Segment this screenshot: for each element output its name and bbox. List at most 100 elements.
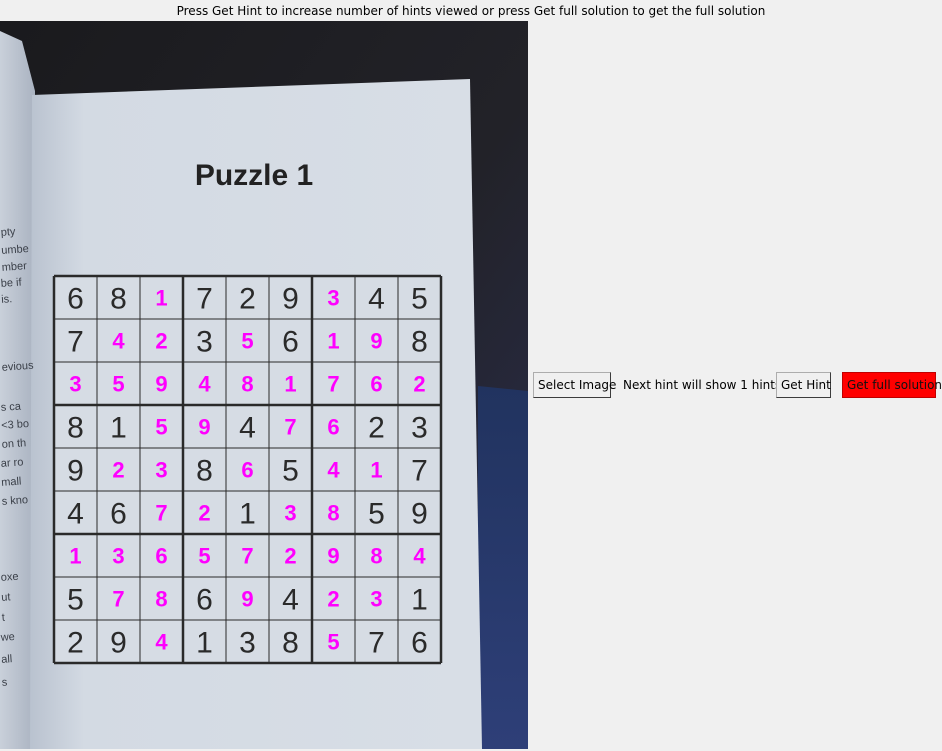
app-window: Press Get Hint to increase number of hin… — [0, 0, 942, 751]
solution-digit: 6 — [370, 372, 382, 397]
left-page-text-fragment: on th — [1, 437, 26, 451]
given-digit: 1 — [411, 584, 428, 617]
solution-digit: 1 — [69, 544, 81, 569]
solution-digit: 3 — [155, 458, 167, 483]
left-page-text-fragment: ut — [1, 591, 11, 604]
solution-digit: 3 — [284, 501, 296, 526]
solution-digit: 4 — [198, 372, 211, 397]
left-page-text-fragment: s ca — [0, 400, 22, 413]
given-digit: 7 — [368, 627, 385, 660]
get-full-solution-button[interactable]: Get full solution — [842, 372, 942, 398]
puzzle-photo-canvas: pty umbe mber be if is. evious s ca <3 bo on th a… — [0, 21, 528, 749]
background-blue-surface — [478, 386, 528, 749]
solution-digit: 8 — [327, 501, 339, 526]
given-digit: 6 — [110, 498, 127, 531]
given-digit: 7 — [67, 326, 84, 359]
solution-digit: 8 — [241, 372, 253, 397]
left-page-text-fragment: pty — [0, 226, 16, 239]
given-digit: 2 — [239, 283, 256, 316]
puzzle-title: Puzzle 1 — [195, 159, 313, 192]
given-digit: 6 — [67, 283, 84, 316]
solution-digit: 1 — [327, 329, 339, 354]
given-digit: 6 — [196, 584, 213, 617]
given-digit: 8 — [282, 627, 299, 660]
left-page-text-fragment: we — [0, 631, 15, 644]
solution-digit: 7 — [112, 587, 124, 612]
given-digit: 5 — [368, 498, 385, 531]
given-digit: 9 — [67, 455, 84, 488]
sudoku-grid: 6 8 1 7 2 9 3 4 57 4 2 3 5 6 1 9 83 5 9 4 8 1 7 6 28 1 5 9 4 7 6 2 39 2 3 8… — [52, 274, 443, 665]
given-digit: 3 — [411, 412, 428, 445]
solution-digit: 5 — [198, 544, 210, 569]
given-digit: 8 — [67, 412, 84, 445]
solution-digit: 5 — [112, 372, 124, 397]
given-digit: 1 — [110, 412, 127, 445]
given-digit: 8 — [110, 283, 127, 316]
given-digit: 4 — [239, 412, 256, 445]
left-page-text-fragment: umbe — [1, 243, 29, 257]
given-digit: 3 — [239, 627, 256, 660]
select-image-button[interactable]: Select Image — [533, 372, 616, 398]
solution-digit: 9 — [327, 544, 339, 569]
given-digit: 1 — [239, 498, 256, 531]
given-digit: 5 — [411, 283, 428, 316]
solution-digit: 6 — [327, 415, 339, 440]
solution-digit: 9 — [241, 587, 253, 612]
solution-digit: 8 — [155, 587, 167, 612]
given-digit: 9 — [282, 283, 299, 316]
solution-digit: 3 — [370, 587, 382, 612]
solution-digit: 2 — [413, 372, 425, 397]
solution-digit: 3 — [112, 544, 124, 569]
solution-digit: 8 — [370, 544, 382, 569]
solution-digit: 6 — [155, 544, 167, 569]
solution-digit: 5 — [155, 415, 167, 440]
solution-digit: 2 — [327, 587, 339, 612]
given-digit: 7 — [411, 455, 428, 488]
given-digit: 5 — [67, 584, 84, 617]
left-page-text-fragment: s kno — [1, 494, 28, 508]
solution-digit: 4 — [327, 458, 340, 483]
given-digit: 8 — [196, 455, 213, 488]
left-page-text-fragment: oxe — [0, 571, 19, 584]
given-digit: 6 — [411, 627, 428, 660]
hint-status-label: Next hint will show 1 hints — [623, 378, 782, 392]
left-page-text-fragment: be if — [0, 276, 23, 289]
given-digit: 8 — [411, 326, 428, 359]
left-page-text-fragment: <3 bo — [1, 418, 30, 432]
given-digit: 6 — [282, 326, 299, 359]
solution-digit: 1 — [155, 286, 167, 311]
given-digit: 4 — [282, 584, 299, 617]
solution-digit: 9 — [198, 415, 210, 440]
left-page-text-fragment: ar ro — [0, 456, 23, 470]
solution-digit: 4 — [112, 329, 125, 354]
left-page-text-fragment: is. — [1, 293, 13, 306]
solution-digit: 3 — [327, 286, 339, 311]
given-digit: 4 — [67, 498, 84, 531]
solution-digit: 9 — [370, 329, 382, 354]
left-page-text-fragment: mall — [1, 476, 22, 489]
solution-digit: 4 — [413, 544, 426, 569]
solution-digit: 5 — [241, 329, 253, 354]
solution-digit: 1 — [284, 372, 296, 397]
left-page-text-fragment: evious — [1, 360, 34, 374]
get-hint-button[interactable]: Get Hint — [776, 372, 831, 398]
given-digit: 2 — [368, 412, 385, 445]
left-page-text-fragment: mber — [1, 260, 27, 274]
solution-digit: 5 — [327, 630, 339, 655]
puzzle-photo: pty umbe mber be if is. evious s ca <3 bo on th a… — [0, 21, 528, 749]
given-digit: 4 — [368, 283, 385, 316]
given-digit: 5 — [282, 455, 299, 488]
given-digit: 9 — [110, 627, 127, 660]
given-digit: 1 — [196, 627, 213, 660]
solution-digit: 4 — [155, 630, 168, 655]
solution-digit: 2 — [198, 501, 210, 526]
solution-digit: 3 — [69, 372, 81, 397]
solution-digit: 7 — [284, 415, 296, 440]
solution-digit: 2 — [112, 458, 124, 483]
solution-digit: 9 — [155, 372, 167, 397]
given-digit: 7 — [196, 283, 213, 316]
solution-digit: 7 — [241, 544, 253, 569]
solution-digit: 2 — [155, 329, 167, 354]
solution-digit: 2 — [284, 544, 296, 569]
instruction-label: Press Get Hint to increase number of hin… — [176, 4, 766, 18]
